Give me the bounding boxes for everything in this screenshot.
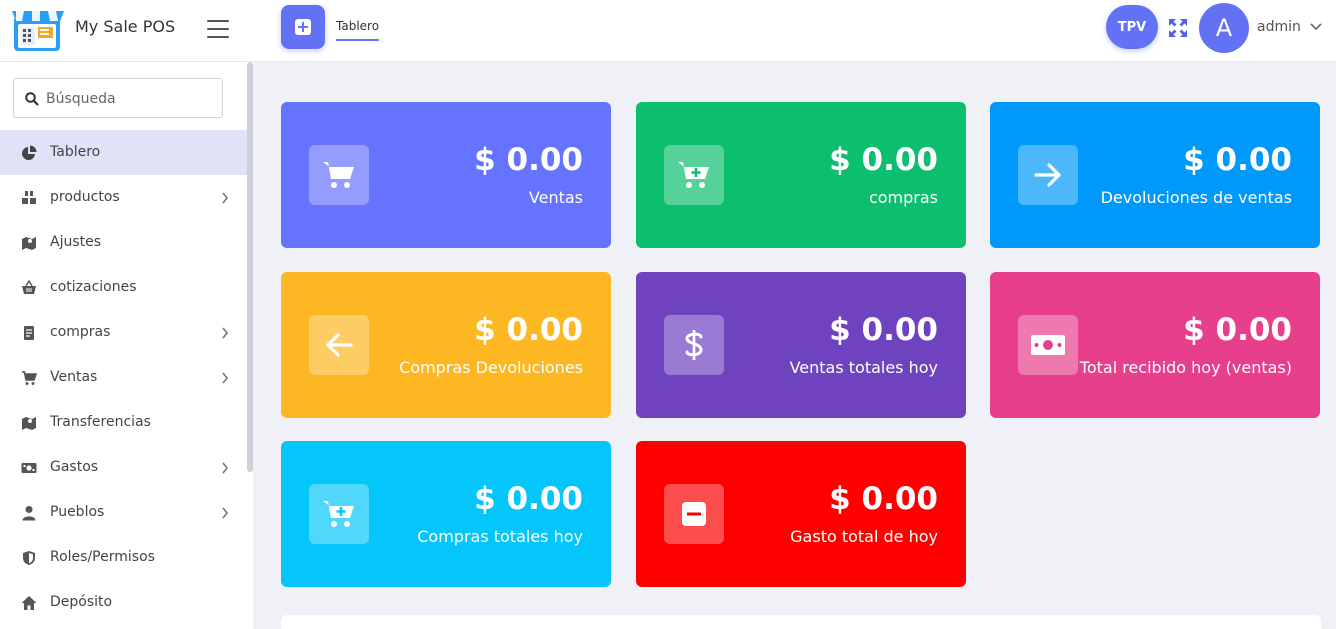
card-label: Compras Devoluciones bbox=[399, 358, 583, 377]
sidebar-item-label: Pueblos bbox=[50, 504, 105, 520]
sidebar-search bbox=[13, 78, 223, 118]
card-label: compras bbox=[868, 188, 938, 207]
add-tab-button[interactable] bbox=[281, 5, 325, 49]
chevron-right-icon bbox=[222, 327, 229, 339]
sidebar-item-compras[interactable]: compras bbox=[0, 310, 247, 355]
card-icon-box bbox=[309, 315, 369, 375]
chevron-right-icon bbox=[222, 372, 229, 384]
fullscreen-icon[interactable] bbox=[1168, 18, 1188, 38]
card-icon-box bbox=[664, 145, 724, 205]
card-value: $ 0.00 bbox=[474, 312, 583, 348]
pos-logo-icon[interactable] bbox=[12, 7, 64, 53]
user-name[interactable]: admin bbox=[1257, 19, 1301, 35]
card-label: Ventas totales hoy bbox=[789, 358, 938, 377]
user-icon bbox=[22, 506, 36, 521]
chevron-right-icon bbox=[222, 462, 229, 474]
card-label: Devoluciones de ventas bbox=[1100, 188, 1292, 207]
pie-chart-icon bbox=[22, 145, 37, 160]
card-devoluciones-ventas[interactable]: $ 0.00 Devoluciones de ventas bbox=[990, 102, 1320, 248]
app-name: My Sale POS bbox=[75, 17, 176, 36]
tpv-button[interactable]: TPV bbox=[1106, 5, 1158, 49]
sidebar-item-label: Tablero bbox=[50, 144, 101, 160]
card-icon-box bbox=[1018, 145, 1078, 205]
sidebar-item-label: compras bbox=[50, 324, 111, 340]
cart-icon bbox=[22, 371, 37, 385]
card-label: Ventas bbox=[528, 188, 583, 207]
card-label: Compras totales hoy bbox=[417, 527, 583, 546]
sidebar-item-label: Transferencias bbox=[50, 414, 151, 430]
chevron-down-icon[interactable] bbox=[1310, 22, 1322, 32]
card-icon-box bbox=[309, 145, 369, 205]
sidebar-item-deposito[interactable]: Depósito bbox=[0, 580, 247, 625]
card-gasto-total-hoy[interactable]: $ 0.00 Gasto total de hoy bbox=[636, 441, 966, 587]
tab-dashboard[interactable]: Tablero bbox=[336, 19, 380, 41]
cart-plus-icon bbox=[678, 162, 709, 188]
card-value: $ 0.00 bbox=[474, 142, 583, 178]
card-compras-devoluciones[interactable]: $ 0.00 Compras Devoluciones bbox=[281, 272, 611, 418]
card-icon-box bbox=[664, 484, 724, 544]
content-panel bbox=[281, 615, 1321, 629]
sidebar-item-ventas[interactable]: Ventas bbox=[0, 355, 247, 400]
card-total-recibido-hoy[interactable]: $ 0.00 Total recibido hoy (ventas) bbox=[990, 272, 1320, 418]
sidebar-item-label: Ajustes bbox=[50, 234, 102, 250]
sidebar-item-label: Depósito bbox=[50, 594, 113, 610]
arrow-right-icon bbox=[1034, 163, 1061, 187]
card-value: $ 0.00 bbox=[474, 481, 583, 517]
card-value: $ 0.00 bbox=[1183, 312, 1292, 348]
sidebar-scrollbar[interactable] bbox=[247, 62, 253, 472]
sidebar-item-ajustes[interactable]: Ajustes bbox=[0, 220, 247, 265]
card-value: $ 0.00 bbox=[829, 142, 938, 178]
shield-icon bbox=[23, 551, 35, 565]
map-icon bbox=[22, 237, 36, 250]
card-value: $ 0.00 bbox=[1183, 142, 1292, 178]
card-icon-box bbox=[309, 484, 369, 544]
sidebar-item-productos[interactable]: productos bbox=[0, 175, 247, 220]
plus-icon bbox=[295, 19, 311, 35]
menu-toggle-icon[interactable] bbox=[207, 20, 229, 40]
money-icon bbox=[1031, 335, 1065, 355]
chevron-right-icon bbox=[222, 507, 229, 519]
map-icon bbox=[22, 417, 36, 430]
card-label: Gasto total de hoy bbox=[790, 527, 938, 546]
sidebar-item-roles-permisos[interactable]: Roles/Permisos bbox=[0, 535, 247, 580]
card-icon-box bbox=[664, 315, 724, 375]
card-compras[interactable]: $ 0.00 compras bbox=[636, 102, 966, 248]
boxes-icon bbox=[22, 191, 36, 204]
search-input[interactable] bbox=[46, 88, 216, 110]
dollar-icon bbox=[685, 330, 703, 360]
basket-icon bbox=[22, 280, 36, 294]
sidebar-item-label: cotizaciones bbox=[50, 279, 137, 295]
arrow-left-icon bbox=[326, 333, 353, 357]
sidebar-item-cotizaciones[interactable]: cotizaciones bbox=[0, 265, 247, 310]
minus-icon bbox=[682, 502, 706, 526]
sidebar-item-label: Gastos bbox=[50, 459, 99, 475]
home-icon bbox=[21, 596, 37, 610]
card-ventas[interactable]: $ 0.00 Ventas bbox=[281, 102, 611, 248]
top-header: My Sale POS Tablero TPV A admin bbox=[0, 0, 1336, 62]
sidebar-item-transferencias[interactable]: Transferencias bbox=[0, 400, 247, 445]
user-avatar[interactable]: A bbox=[1199, 3, 1249, 53]
card-compras-totales-hoy[interactable]: $ 0.00 Compras totales hoy bbox=[281, 441, 611, 587]
card-icon-box bbox=[1018, 315, 1078, 375]
sidebar-item-pueblos[interactable]: Pueblos bbox=[0, 490, 247, 535]
card-value: $ 0.00 bbox=[829, 312, 938, 348]
card-value: $ 0.00 bbox=[829, 481, 938, 517]
money-icon bbox=[21, 463, 37, 473]
receipt-icon bbox=[24, 326, 34, 340]
sidebar-item-gastos[interactable]: Gastos bbox=[0, 445, 247, 490]
sidebar-item-label: productos bbox=[50, 189, 120, 205]
search-icon bbox=[25, 92, 39, 106]
cart-plus-icon bbox=[323, 501, 354, 527]
sidebar-item-label: Ventas bbox=[50, 369, 98, 385]
sidebar: Tablero productos Ajustes cotizaciones c bbox=[0, 62, 253, 629]
chevron-right-icon bbox=[222, 192, 229, 204]
card-ventas-totales-hoy[interactable]: $ 0.00 Ventas totales hoy bbox=[636, 272, 966, 418]
card-label: Total recibido hoy (ventas) bbox=[1079, 358, 1292, 377]
sidebar-item-tablero[interactable]: Tablero bbox=[0, 130, 247, 175]
sidebar-item-label: Roles/Permisos bbox=[50, 549, 155, 565]
cart-icon bbox=[323, 162, 354, 188]
